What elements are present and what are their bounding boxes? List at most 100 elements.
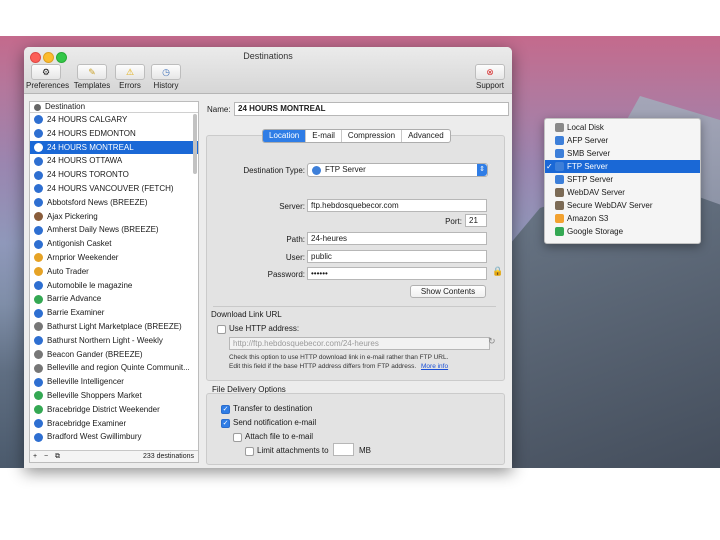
list-item-label: Bradford West Gwillimbury xyxy=(47,432,142,442)
list-footer: + − ⧉ 233 destinations xyxy=(30,450,198,462)
destination-icon xyxy=(34,308,43,318)
add-destination-button[interactable]: + xyxy=(33,451,37,462)
list-item-label: 24 HOURS MONTREAL xyxy=(47,142,134,152)
pencil-icon: ✎ xyxy=(77,64,107,80)
list-item[interactable]: Bradford West Gwillimbury xyxy=(30,430,198,444)
menu-item[interactable]: Google Storage xyxy=(545,225,700,238)
path-label: Path: xyxy=(286,235,305,244)
menu-item[interactable]: SFTP Server xyxy=(545,173,700,186)
support-button[interactable]: ⊗ Support xyxy=(470,64,510,90)
list-item[interactable]: 24 HOURS CALGARY xyxy=(30,113,198,127)
tab-location[interactable]: Location xyxy=(263,130,307,142)
path-field[interactable]: 24-heures xyxy=(307,232,487,245)
menu-item[interactable]: Local Disk xyxy=(545,121,700,134)
destination-icon xyxy=(34,391,43,401)
destination-list[interactable]: Destination 24 HOURS CALGARY 24 HOURS EDM… xyxy=(29,101,199,463)
list-item[interactable]: Antigonish Casket xyxy=(30,237,198,251)
list-scrollbar[interactable] xyxy=(193,114,197,174)
tab-email[interactable]: E-mail xyxy=(306,130,342,142)
destination-icon xyxy=(34,198,43,208)
list-item-label: Abbotsford News (BREEZE) xyxy=(47,197,148,207)
preferences-button[interactable]: ⚙ Preferences xyxy=(26,64,69,90)
http-address-field[interactable]: http://ftp.hebdosquebecor.com/24-heures xyxy=(229,337,490,350)
list-item[interactable]: Bathurst Light Marketplace (BREEZE) xyxy=(30,320,198,334)
attach-file-checkbox[interactable] xyxy=(233,433,242,442)
port-label: Port: xyxy=(445,217,462,226)
list-item[interactable]: 24 HOURS VANCOUVER (FETCH) xyxy=(30,182,198,196)
mb-label: MB xyxy=(359,446,371,455)
list-item[interactable]: Bracebridge District Weekender xyxy=(30,403,198,417)
list-item[interactable]: Amherst Daily News (BREEZE) xyxy=(30,223,198,237)
help-text-line1: Check this option to use HTTP download l… xyxy=(229,354,449,361)
use-http-label: Use HTTP address: xyxy=(229,324,300,333)
menu-item[interactable]: WebDAV Server xyxy=(545,186,700,199)
templates-button[interactable]: ✎ Templates xyxy=(72,64,112,90)
list-item[interactable]: Barrie Examiner xyxy=(30,306,198,320)
list-item[interactable]: 24 HOURS OTTAWA xyxy=(30,154,198,168)
server-type-icon xyxy=(555,123,564,132)
destinations-window: Destinations ⚙ Preferences ✎ Templates ⚠… xyxy=(24,47,512,468)
history-button[interactable]: ◷ History xyxy=(146,64,186,90)
list-header[interactable]: Destination xyxy=(30,102,198,113)
list-item[interactable]: 24 HOURS MONTREAL xyxy=(30,140,198,155)
list-item[interactable]: Arnprior Weekender xyxy=(30,251,198,265)
port-field[interactable]: 21 xyxy=(465,214,487,227)
list-item-label: Automobile le magazine xyxy=(47,280,133,290)
name-field[interactable]: 24 HOURS MONTREAL xyxy=(234,102,509,116)
list-item[interactable]: Belleville Shoppers Market xyxy=(30,389,198,403)
menu-item-label: SFTP Server xyxy=(567,175,614,184)
errors-label: Errors xyxy=(119,81,141,90)
list-item[interactable]: Beacon Gander (BREEZE) xyxy=(30,348,198,362)
destination-icon xyxy=(34,211,43,221)
clock-icon: ◷ xyxy=(151,64,181,80)
remove-destination-button[interactable]: − xyxy=(44,451,48,462)
destination-type-popup[interactable]: FTP Server ⇕ xyxy=(307,163,488,177)
menu-item[interactable]: Secure WebDAV Server xyxy=(545,199,700,212)
menu-item[interactable]: Amazon S3 xyxy=(545,212,700,225)
more-info-link[interactable]: More info xyxy=(421,363,448,371)
warning-icon: ⚠ xyxy=(115,64,145,80)
tab-compression[interactable]: Compression xyxy=(342,130,403,142)
menu-item[interactable]: SMB Server xyxy=(545,147,700,160)
duplicate-destination-button[interactable]: ⧉ xyxy=(55,451,60,462)
server-type-icon xyxy=(555,175,564,184)
send-notification-checkbox[interactable]: ✓ xyxy=(221,419,230,428)
list-item[interactable]: Belleville Intelligencer xyxy=(30,375,198,389)
list-item[interactable]: Auto Trader xyxy=(30,265,198,279)
destination-type-label: Destination Type: xyxy=(243,166,305,175)
server-type-icon xyxy=(555,136,564,145)
toolbar: Destinations ⚙ Preferences ✎ Templates ⚠… xyxy=(24,47,512,94)
list-item[interactable]: Bathurst Northern Light - Weekly xyxy=(30,334,198,348)
show-contents-button[interactable]: Show Contents xyxy=(410,285,486,298)
menu-item[interactable]: ✓ FTP Server xyxy=(545,160,700,173)
destination-icon xyxy=(34,322,43,332)
list-item[interactable]: Automobile le magazine xyxy=(30,279,198,293)
destination-icon xyxy=(34,405,43,415)
destination-icon xyxy=(34,142,43,152)
menu-item[interactable]: AFP Server xyxy=(545,134,700,147)
password-field[interactable]: •••••• xyxy=(307,267,487,280)
list-item[interactable]: Ajax Pickering xyxy=(30,210,198,224)
limit-mb-field[interactable] xyxy=(333,443,354,456)
use-http-checkbox[interactable] xyxy=(217,325,226,334)
list-item-label: Bathurst Light Marketplace (BREEZE) xyxy=(47,321,182,331)
lock-icon[interactable]: 🔒 xyxy=(492,266,503,277)
list-item[interactable]: Belleville and region Quinte Communit... xyxy=(30,361,198,375)
user-label: User: xyxy=(285,253,305,262)
list-item[interactable]: Barrie Advance xyxy=(30,292,198,306)
list-item[interactable]: Bracebridge Examiner xyxy=(30,417,198,431)
limit-attachments-checkbox[interactable] xyxy=(245,447,254,456)
destination-icon xyxy=(34,184,43,194)
destination-icon xyxy=(34,336,43,346)
destination-icon xyxy=(34,225,43,235)
list-item[interactable]: 24 HOURS EDMONTON xyxy=(30,127,198,141)
errors-button[interactable]: ⚠ Errors xyxy=(110,64,150,90)
tab-advanced[interactable]: Advanced xyxy=(402,130,450,142)
list-item[interactable]: Abbotsford News (BREEZE) xyxy=(30,196,198,210)
transfer-checkbox[interactable]: ✓ xyxy=(221,405,230,414)
user-field[interactable]: public xyxy=(307,250,487,263)
refresh-icon[interactable]: ↻ xyxy=(488,336,496,347)
server-field[interactable]: ftp.hebdosquebecor.com xyxy=(307,199,487,212)
list-item[interactable]: 24 HOURS TORONTO xyxy=(30,168,198,182)
list-item-label: Barrie Examiner xyxy=(47,308,105,318)
